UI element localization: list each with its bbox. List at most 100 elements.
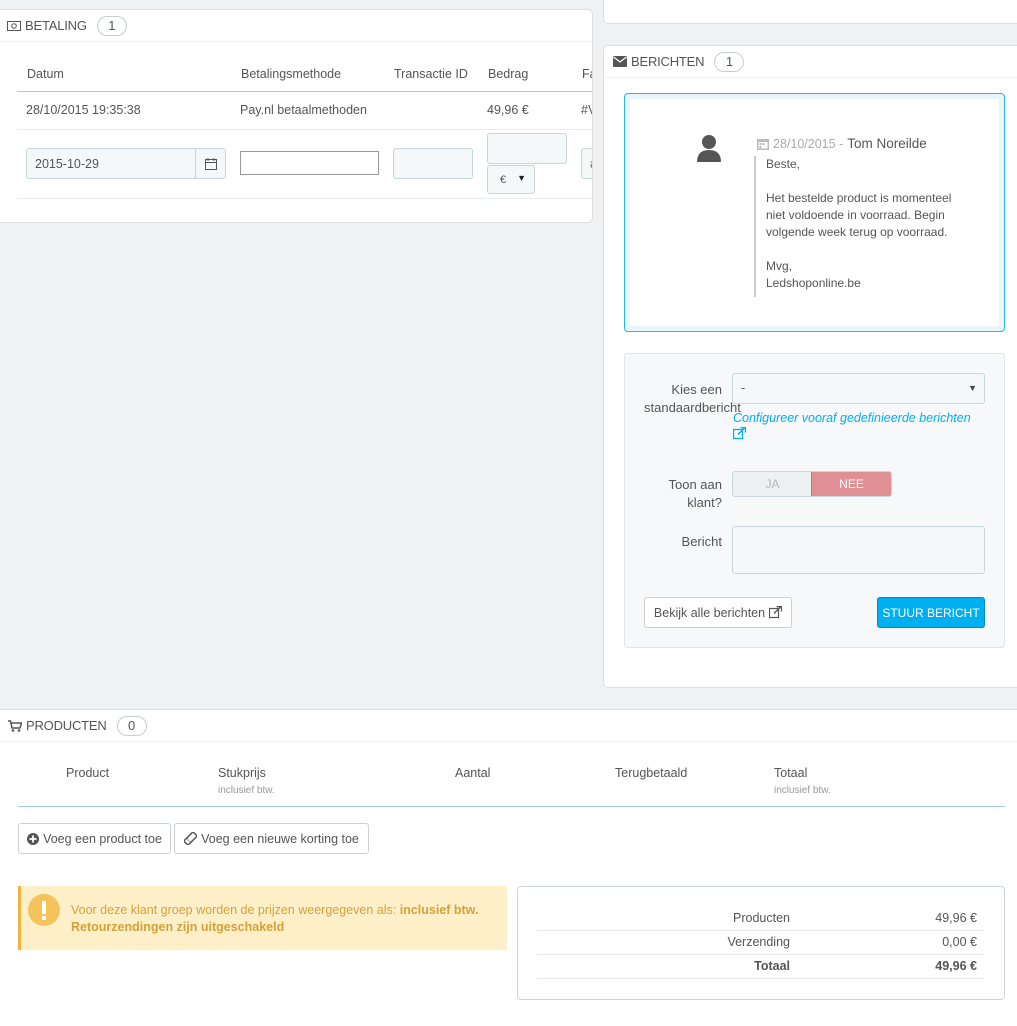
show-label-line2: klant? (687, 495, 722, 510)
col-quantity: Aantal (455, 766, 491, 780)
message-card: 28/10/2015 - Tom Noreilde Beste, Het bes… (624, 93, 1005, 332)
products-count-badge: 0 (116, 715, 147, 736)
show-label-line1: Toon aan (668, 477, 723, 492)
send-message-button[interactable]: STUUR BERICHT (877, 597, 985, 628)
ticket-icon (184, 832, 198, 845)
form-divider (17, 198, 592, 199)
message-line: Mvg, (766, 259, 793, 273)
currency-value: € (500, 173, 507, 186)
shopping-cart-icon (8, 719, 22, 732)
amount-input[interactable] (487, 133, 567, 164)
standard-message-select[interactable]: - ▼ (732, 373, 985, 404)
payment-date-input[interactable] (26, 148, 196, 179)
message-line: niet voldoende in voorraad. Begin (766, 208, 945, 222)
view-all-messages-button[interactable]: Bekijk alle berichten (644, 597, 792, 628)
products-heading: PRODUCTEN 0 (0, 710, 1017, 742)
send-label: STUUR BERICHT (882, 605, 980, 620)
totals-row-shipping: Verzending 0,00 € (537, 932, 984, 955)
message-author: Tom Noreilde (847, 136, 927, 151)
totals-row-products: Producten 49,96 € (537, 908, 984, 931)
message-textarea[interactable] (732, 526, 985, 574)
totals-value-shipping: 0,00 € (942, 935, 977, 949)
add-discount-label: Voeg een nieuwe korting toe (201, 831, 359, 846)
products-header-divider (18, 806, 1005, 807)
choose-label-line1: Kies een (671, 382, 722, 397)
external-link-icon (769, 606, 783, 619)
totals-row-total: Totaal 49,96 € (537, 956, 984, 979)
message-line: Beste, (766, 157, 801, 171)
money-icon (7, 20, 21, 31)
row-divider (17, 129, 592, 130)
payment-count-badge: 1 (96, 15, 127, 36)
messages-heading: BERICHTEN 1 (604, 46, 1017, 78)
totals-value-products: 49,96 € (935, 911, 977, 925)
products-title: PRODUCTEN (26, 718, 107, 733)
message-line: Het bestelde product is momenteel (766, 191, 952, 205)
configure-link-text: Configureer vooraf gedefinieerde bericht… (733, 411, 971, 425)
caret-down-icon: ▼ (968, 383, 977, 393)
col-refunded: Terugbetaald (615, 766, 688, 780)
user-icon (696, 134, 722, 165)
add-discount-button[interactable]: Voeg een nieuwe korting toe (174, 823, 369, 854)
col-unit-price-sub: inclusief btw. (218, 785, 275, 796)
totals-label-total: Totaal (754, 959, 790, 973)
currency-select[interactable]: € ▼ (487, 165, 535, 194)
warning-main-text: Voor deze klant groep worden de prijzen … (71, 903, 397, 917)
message-line: volgende week terug op voorraad. (766, 225, 948, 239)
col-product: Product (66, 766, 110, 780)
messages-title: BERICHTEN (631, 54, 705, 69)
totals-label-shipping: Verzending (727, 935, 790, 949)
message-card-inner: 28/10/2015 - Tom Noreilde Beste, Het bes… (630, 99, 999, 326)
calendar-icon (204, 157, 217, 170)
switch-no[interactable]: NEE (811, 472, 891, 496)
messages-count-badge: 1 (714, 51, 745, 72)
message-body: Beste, Het bestelde product is momenteel… (754, 156, 951, 297)
col-method: Betalingsmethode (241, 67, 342, 81)
col-transaction: Transactie ID (394, 67, 468, 81)
transaction-id-input[interactable] (393, 148, 473, 179)
caret-down-icon: ▼ (517, 173, 526, 183)
message-line (766, 241, 951, 258)
col-unit-price: Stukprijs (218, 766, 266, 780)
view-all-label: Bekijk alle berichten (653, 605, 766, 620)
payment-method-input[interactable] (240, 151, 379, 175)
plus-circle-icon (27, 832, 40, 845)
header-divider (17, 91, 592, 92)
top-right-panel (603, 0, 1017, 24)
warning-bold-1: inclusief btw. (399, 903, 479, 917)
message-meta: 28/10/2015 - Tom Noreilde (757, 136, 927, 151)
show-to-customer-switch[interactable]: JA NEE (732, 471, 892, 497)
choose-label-line2: standaardbericht (644, 400, 741, 415)
payment-row-method: Pay.nl betaalmethoden (240, 103, 367, 117)
switch-yes[interactable]: JA (733, 472, 812, 496)
col-total: Totaal (774, 766, 808, 780)
warning-bold-2: Retourzendingen zijn uitgeschakeld (71, 920, 285, 934)
envelope-icon (613, 56, 627, 67)
calendar-icon (757, 138, 769, 150)
choose-label: Kies een (640, 381, 722, 399)
col-invoice: Fact (582, 67, 592, 81)
totals-value-total: 49,96 € (935, 959, 977, 973)
external-link-icon (732, 426, 993, 444)
select-value: - (741, 381, 746, 395)
message-line (766, 173, 951, 190)
warning-text: Voor deze klant groep worden de prijzen … (71, 902, 501, 936)
add-product-label: Voeg een product toe (43, 831, 162, 846)
col-total-sub: inclusief btw. (774, 785, 831, 796)
configure-link[interactable]: Configureer vooraf gedefinieerde bericht… (732, 410, 993, 444)
payment-row-amount: 49,96 € (487, 103, 529, 117)
payment-panel: BETALING 1 Datum Betalingsmethode Transa… (0, 9, 593, 223)
payment-title: BETALING (25, 18, 87, 33)
show-label: Toon aan klant? (640, 476, 723, 512)
add-product-button[interactable]: Voeg een product toe (18, 823, 171, 854)
payment-heading: BETALING 1 (0, 10, 592, 42)
message-date: 28/10/2015 - (773, 136, 844, 151)
col-date: Datum (27, 67, 64, 81)
message-line: Ledshoponline.be (766, 276, 861, 290)
invoice-input[interactable] (581, 148, 592, 179)
message-label: Bericht (681, 534, 722, 549)
calendar-button[interactable] (195, 148, 226, 179)
warning-icon (28, 894, 60, 929)
payment-row-date: 28/10/2015 19:35:38 (26, 103, 141, 117)
totals-label-products: Producten (733, 911, 790, 925)
